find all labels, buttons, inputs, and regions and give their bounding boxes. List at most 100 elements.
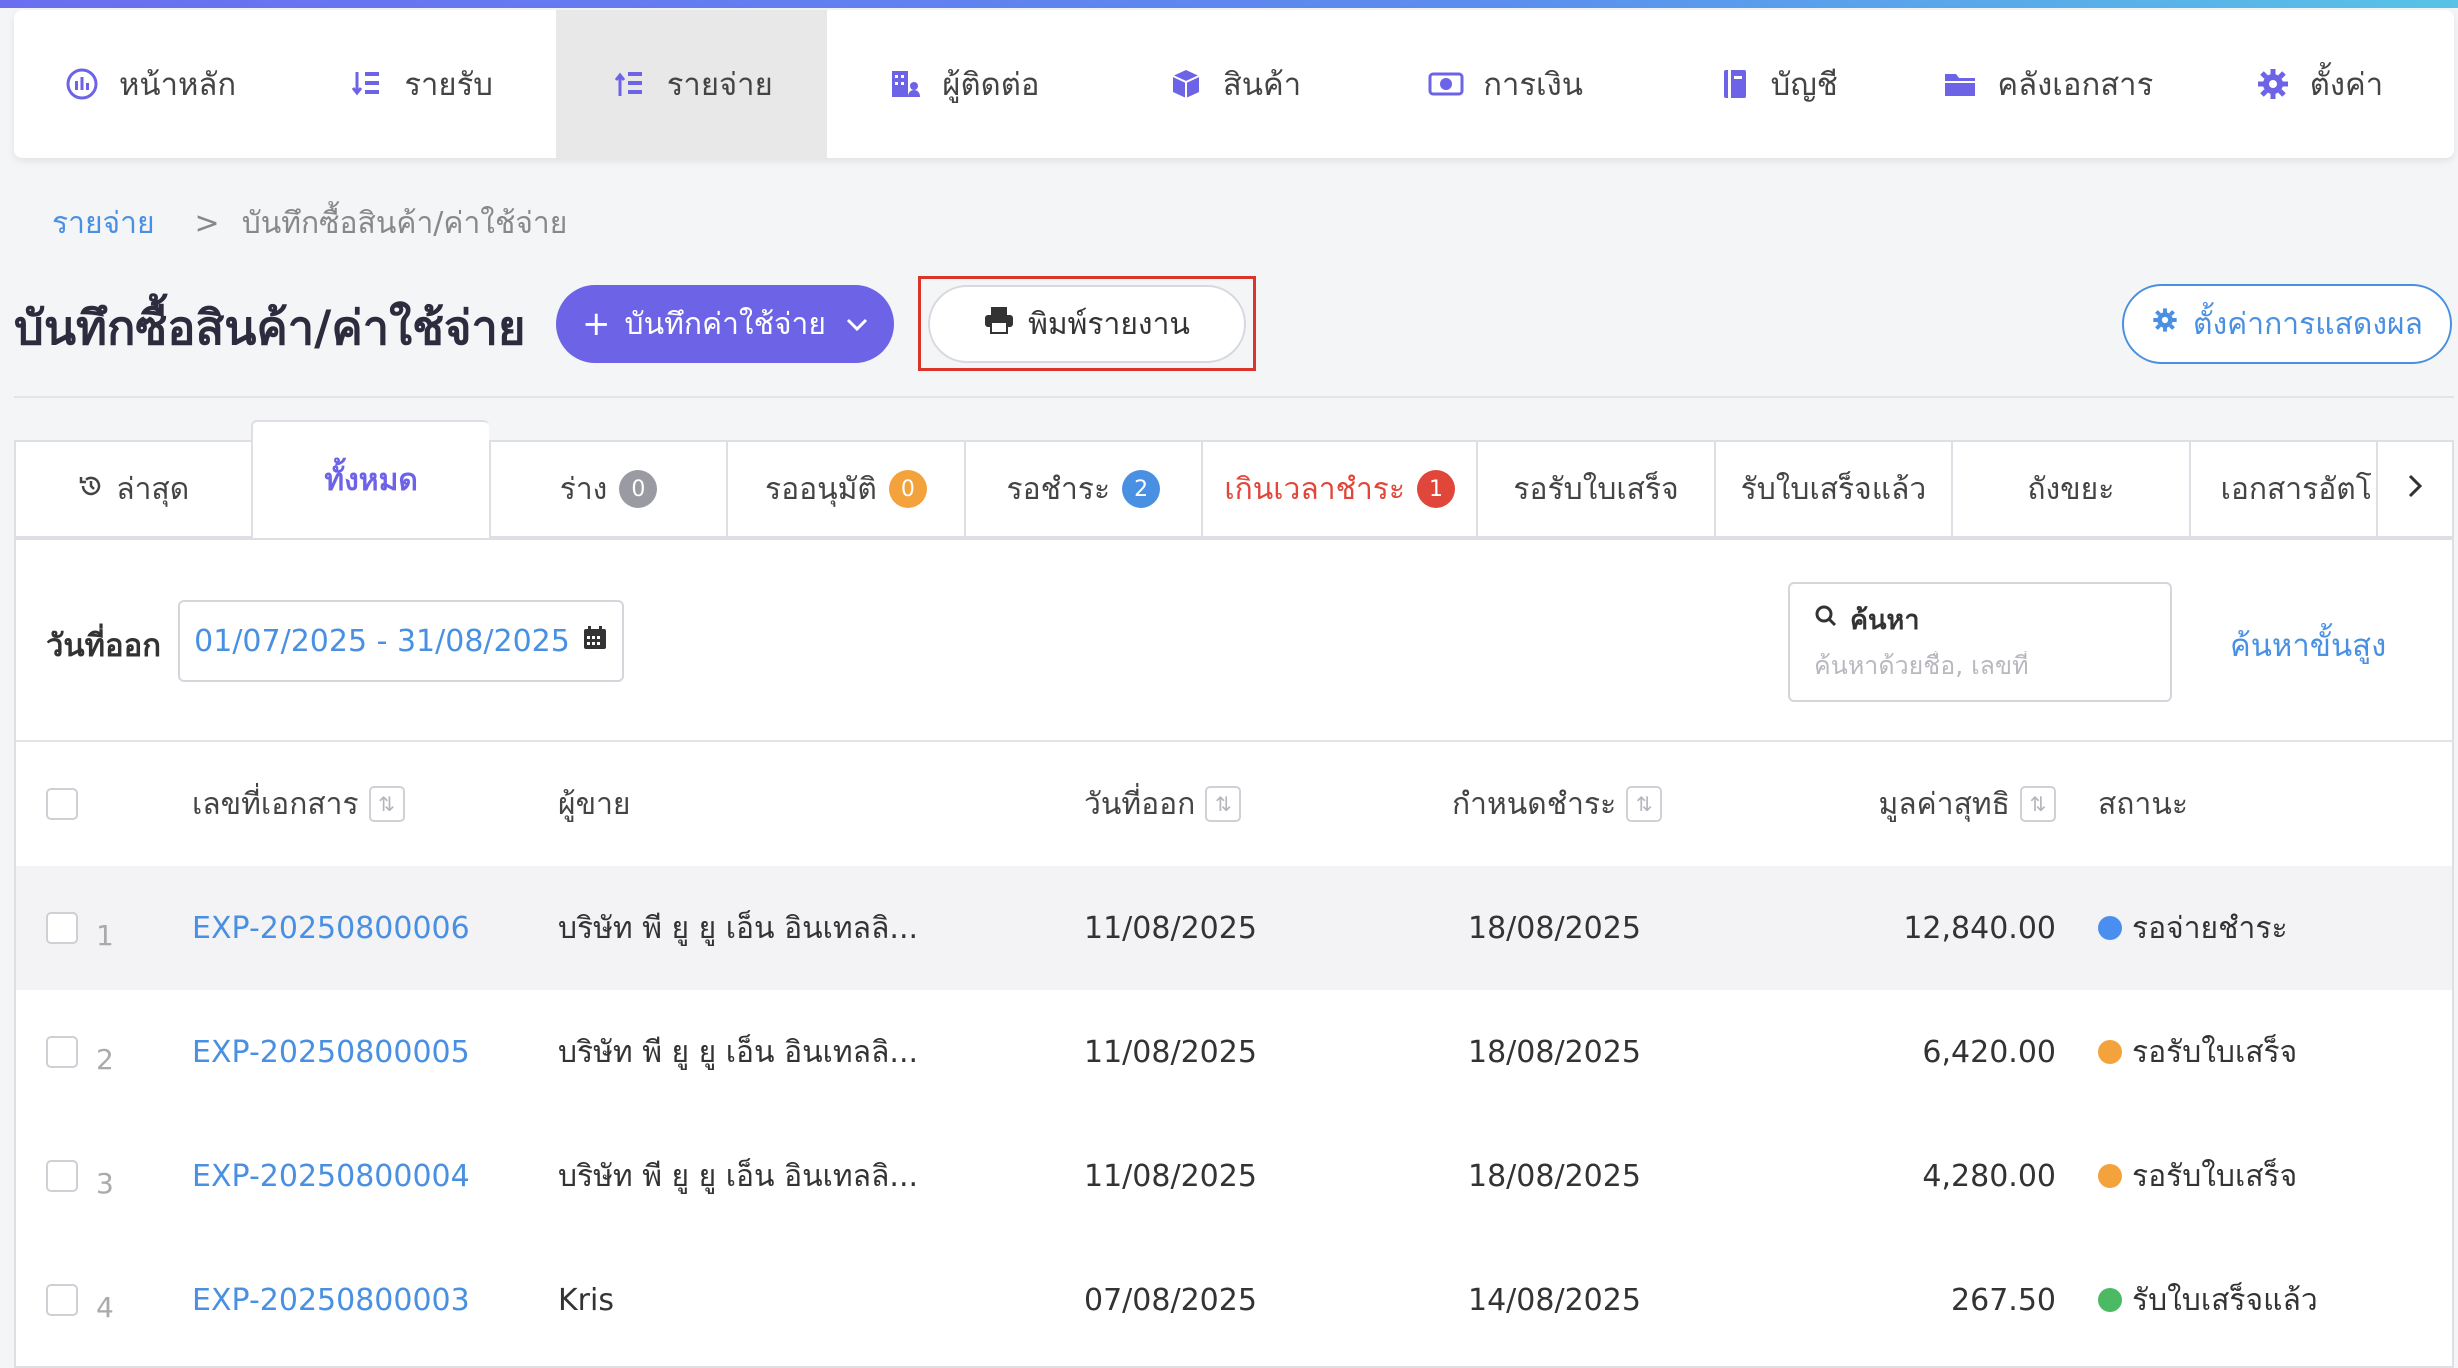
- table-row[interactable]: 1 EXP-20250800006 บริษัท พี ยู ยู เอ็น อ…: [16, 866, 2452, 990]
- print-report-label: พิมพ์รายงาน: [1028, 306, 1190, 342]
- nav-item-contacts[interactable]: ผู้ติดต่อ: [827, 10, 1098, 158]
- search-label: ค้นหา: [1850, 605, 1920, 636]
- due-date: 14/08/2025: [1468, 1282, 1641, 1318]
- table-row[interactable]: 3 EXP-20250800004 บริษัท พี ยู ยู เอ็น อ…: [16, 1114, 2452, 1238]
- table-row[interactable]: 2 EXP-20250800005 บริษัท พี ยู ยู เอ็น อ…: [16, 990, 2452, 1114]
- row-checkbox[interactable]: [46, 1036, 78, 1068]
- tab-label: รอรับใบเสร็จ: [1513, 471, 1679, 507]
- status-dot-icon: [2098, 1288, 2122, 1312]
- divider: [14, 396, 2454, 398]
- net-amount: 4,280.00: [1922, 1158, 2056, 1194]
- tab-all[interactable]: ทั้งหมด: [251, 420, 489, 538]
- nav-item-income[interactable]: รายรับ: [285, 10, 556, 158]
- product-box-icon: [1167, 65, 1205, 103]
- add-expense-label: บันทึกค่าใช้จ่าย: [624, 306, 826, 342]
- table-header: เลขที่เอกสาร ⇅ ผู้ขาย วันที่ออก ⇅ กำหนดช…: [16, 740, 2452, 868]
- breadcrumb-current: บันทึกซื้อสินค้า/ค่าใช้จ่าย: [241, 206, 568, 241]
- main-nav: หน้าหลัก รายรับ รายจ่าย ผู้ติดต่อ สินค้า…: [14, 10, 2454, 158]
- status-dot-icon: [2098, 916, 2122, 940]
- nav-item-finance[interactable]: การเงิน: [1370, 10, 1641, 158]
- count-badge: 0: [619, 470, 658, 508]
- display-settings-button[interactable]: ตั้งค่าการแสดงผล: [2122, 284, 2452, 364]
- nav-item-documents[interactable]: คลังเอกสาร: [1912, 10, 2183, 158]
- tab-draft[interactable]: ร่าง 0: [488, 440, 727, 538]
- tab-label: รอชำระ: [1006, 471, 1111, 507]
- nav-label: คลังเอกสาร: [1997, 67, 2154, 103]
- tab-label: เกินเวลาชำระ: [1224, 471, 1406, 507]
- nav-label: หน้าหลัก: [118, 67, 237, 103]
- top-accent-bar: [0, 0, 2458, 8]
- search-box: ค้นหา: [1788, 582, 2172, 702]
- nav-item-settings[interactable]: ตั้งค่า: [2183, 10, 2454, 158]
- nav-label: ผู้ติดต่อ: [942, 67, 1040, 103]
- nav-item-accounting[interactable]: บัญชี: [1641, 10, 1912, 158]
- row-index: 3: [96, 1166, 114, 1200]
- doc-number-link[interactable]: EXP-20250800004: [192, 1114, 470, 1238]
- nav-item-home[interactable]: หน้าหลัก: [14, 10, 285, 158]
- dashboard-gauge-icon: [63, 65, 101, 103]
- print-report-button[interactable]: พิมพ์รายงาน: [928, 285, 1246, 363]
- display-settings-label: ตั้งค่าการแสดงผล: [2193, 306, 2423, 342]
- tab-overdue[interactable]: เกินเวลาชำระ 1: [1201, 440, 1477, 538]
- net-amount: 6,420.00: [1922, 1034, 2056, 1070]
- tab-awaiting-payment[interactable]: รอชำระ 2: [963, 440, 1202, 538]
- printer-icon: [984, 306, 1014, 342]
- breadcrumb-parent-link[interactable]: รายจ่าย: [52, 206, 155, 241]
- due-date: 18/08/2025: [1468, 1034, 1641, 1070]
- tab-label: ร่าง: [559, 471, 608, 507]
- nav-label: สินค้า: [1222, 67, 1302, 103]
- doc-number-link[interactable]: EXP-20250800005: [192, 990, 470, 1114]
- breadcrumb: รายจ่าย > บันทึกซื้อสินค้า/ค่าใช้จ่าย: [52, 200, 567, 247]
- chevron-down-icon: [846, 310, 868, 338]
- row-checkbox[interactable]: [46, 912, 78, 944]
- tab-latest[interactable]: ล่าสุด: [14, 440, 252, 538]
- search-input[interactable]: [1814, 651, 2134, 680]
- date-range-picker[interactable]: 01/07/2025 - 31/08/2025: [178, 600, 624, 682]
- tab-receipt-received[interactable]: รับใบเสร็จแล้ว: [1713, 440, 1952, 538]
- tab-awaiting-receipt[interactable]: รอรับใบเสร็จ: [1476, 440, 1714, 538]
- status-badge: รอรับใบเสร็จ: [2132, 1158, 2298, 1194]
- vendor-name: บริษัท พี ยู ยู เอ็น อินเทลลิ...: [558, 1158, 919, 1194]
- sort-icon[interactable]: ⇅: [368, 786, 405, 822]
- column-header-status: สถานะ: [2098, 786, 2188, 822]
- breadcrumb-separator: >: [194, 206, 220, 241]
- row-checkbox[interactable]: [46, 1284, 78, 1316]
- document-list-panel: วันที่ออก 01/07/2025 - 31/08/2025 ค้นหา …: [14, 538, 2454, 1368]
- count-badge: 0: [888, 470, 927, 508]
- date-range-value: 01/07/2025 - 31/08/2025: [194, 623, 570, 659]
- add-expense-button[interactable]: + บันทึกค่าใช้จ่าย: [556, 285, 894, 363]
- tab-awaiting-approval[interactable]: รออนุมัติ 0: [726, 440, 964, 538]
- column-header-amount: มูลค่าสุทธิ: [1878, 786, 2010, 822]
- vendor-name: บริษัท พี ยู ยู เอ็น อินเทลลิ...: [558, 1034, 919, 1070]
- tab-trash[interactable]: ถังขยะ: [1951, 440, 2189, 538]
- plus-icon: +: [582, 304, 611, 344]
- contacts-building-icon: [886, 65, 924, 103]
- calendar-icon: [582, 624, 608, 659]
- tabs-scroll-right-button[interactable]: [2376, 440, 2454, 538]
- issue-date: 11/08/2025: [1084, 1034, 1257, 1070]
- nav-item-expense[interactable]: รายจ่าย: [556, 10, 828, 158]
- accounting-book-icon: [1715, 65, 1753, 103]
- folder-icon: [1941, 65, 1979, 103]
- status-tabs: ล่าสุด ทั้งหมด ร่าง 0 รออนุมัติ 0 รอชำระ…: [14, 420, 2454, 538]
- column-header-vendor: ผู้ขาย: [558, 786, 631, 822]
- select-all-checkbox[interactable]: [46, 788, 78, 820]
- sort-icon[interactable]: ⇅: [1626, 786, 1663, 822]
- expense-list-icon: [611, 65, 649, 103]
- sort-icon[interactable]: ⇅: [1205, 786, 1242, 822]
- column-header-issue-date: วันที่ออก: [1084, 786, 1196, 822]
- issue-date: 11/08/2025: [1084, 1158, 1257, 1194]
- tab-auto-documents[interactable]: เอกสารอัตโนมัติ: [2188, 440, 2377, 538]
- table-row[interactable]: 4 EXP-20250800003 Kris 07/08/2025 14/08/…: [16, 1238, 2452, 1362]
- tab-label: ถังขยะ: [2027, 471, 2115, 507]
- vendor-name: บริษัท พี ยู ยู เอ็น อินเทลลิ...: [558, 910, 919, 946]
- sort-icon[interactable]: ⇅: [2020, 786, 2056, 822]
- advanced-search-link[interactable]: ค้นหาขั้นสูง: [2230, 620, 2386, 670]
- doc-number-link[interactable]: EXP-20250800003: [192, 1238, 470, 1362]
- nav-item-products[interactable]: สินค้า: [1098, 10, 1369, 158]
- chevron-right-icon: [2407, 472, 2423, 507]
- doc-number-link[interactable]: EXP-20250800006: [192, 866, 470, 990]
- money-bill-icon: [1427, 65, 1465, 103]
- count-badge: 2: [1122, 470, 1161, 508]
- row-checkbox[interactable]: [46, 1160, 78, 1192]
